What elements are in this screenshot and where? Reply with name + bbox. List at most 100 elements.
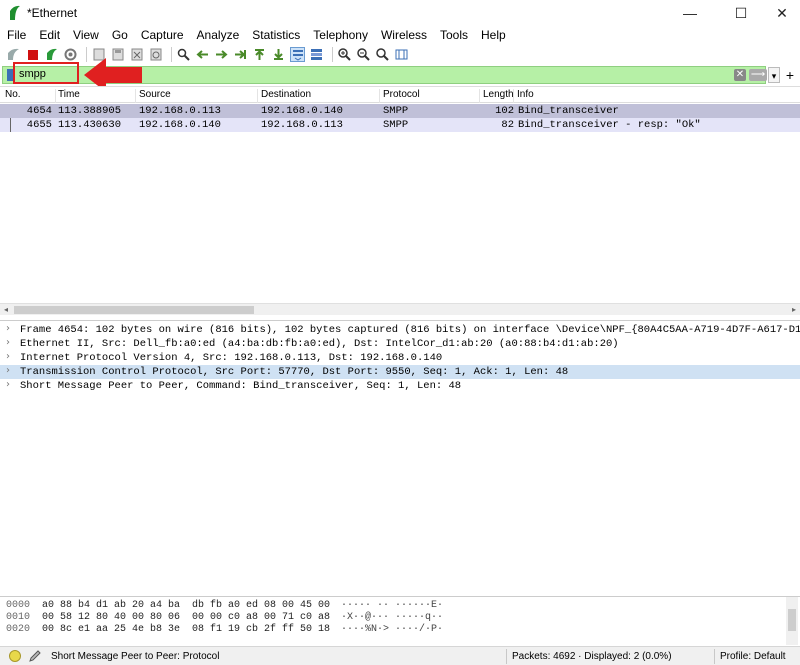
expand-arrow-icon[interactable]: ›	[6, 337, 10, 348]
column-header-source[interactable]: Source	[136, 89, 258, 103]
detail-tree-item[interactable]: › Transmission Control Protocol, Src Por…	[0, 365, 800, 379]
annotation-highlight-box	[13, 62, 79, 84]
packet-length: 82	[501, 119, 514, 131]
packet-info: Bind_transceiver	[518, 105, 619, 117]
colorize-icon[interactable]	[309, 47, 324, 62]
packet-no: 4654	[26, 105, 52, 117]
bytes-hex: 00 58 12 80 40 00 80 06 00 00 c0 a8 00 7…	[42, 612, 331, 623]
bytes-ascii: ·X··@··· ·····q··	[341, 612, 444, 623]
detail-text: Frame 4654: 102 bytes on wire (816 bits)…	[20, 324, 800, 336]
capture-comment-icon[interactable]	[28, 649, 42, 663]
expand-arrow-icon[interactable]: ›	[6, 365, 10, 376]
detail-tree-item[interactable]: › Internet Protocol Version 4, Src: 192.…	[0, 351, 800, 365]
detail-tree-item[interactable]: › Short Message Peer to Peer, Command: B…	[0, 379, 800, 393]
bytes-hex: a0 88 b4 d1 ab 20 a4 ba db fb a0 ed 08 0…	[42, 600, 331, 611]
toolbar-separator	[171, 47, 172, 62]
maximize-button[interactable]: ☐	[719, 0, 763, 26]
packet-protocol: SMPP	[383, 119, 409, 131]
menu-statistics[interactable]: Statistics	[245, 26, 306, 44]
apply-filter-icon[interactable]: ⟶	[749, 69, 767, 81]
packet-time: 113.430630	[58, 119, 122, 131]
bytes-ascii: ····· ·· ······E·	[341, 600, 444, 611]
scrollbar-thumb[interactable]	[14, 306, 254, 314]
menu-view[interactable]: View	[66, 26, 105, 44]
expand-arrow-icon[interactable]: ›	[6, 351, 10, 362]
profile-selector[interactable]: Profile: Default	[720, 651, 786, 662]
column-header-no[interactable]: No.	[2, 89, 56, 103]
zoom-in-icon[interactable]	[337, 47, 352, 62]
reload-file-icon[interactable]	[148, 47, 163, 62]
column-header-info[interactable]: Info	[514, 89, 800, 103]
detail-text: Ethernet II, Src: Dell_fb:a0:ed (a4:ba:d…	[20, 338, 619, 350]
menu-analyze[interactable]: Analyze	[190, 26, 246, 44]
expand-arrow-icon[interactable]: ›	[6, 323, 10, 334]
packet-row[interactable]: 4655 113.430630 192.168.0.140 192.168.0.…	[0, 118, 800, 132]
detail-tree-item[interactable]: › Frame 4654: 102 bytes on wire (816 bit…	[0, 323, 800, 337]
packet-list-header: No. Time Source Destination Protocol Len…	[0, 87, 800, 103]
bytes-hex: 00 8c e1 aa 25 4e b8 3e 08 f1 19 cb 2f f…	[42, 624, 331, 635]
zoom-normal-icon[interactable]	[375, 47, 390, 62]
packet-source: 192.168.0.140	[139, 119, 221, 131]
bytes-offset: 0020	[6, 624, 31, 635]
packet-count: Packets: 4692 · Displayed: 2 (0.0%)	[512, 651, 672, 662]
go-to-packet-icon[interactable]	[233, 47, 248, 62]
status-divider	[714, 649, 715, 664]
scrollbar-thumb[interactable]	[788, 609, 796, 631]
close-button[interactable]: ✕	[760, 0, 800, 26]
packet-list-hscrollbar[interactable]: ◂ ▸	[0, 303, 800, 315]
bytes-row[interactable]: 0000 a0 88 b4 d1 ab 20 a4 ba db fb a0 ed…	[0, 600, 786, 612]
packet-info: Bind_transceiver - resp: "Ok"	[518, 119, 701, 131]
column-header-time[interactable]: Time	[55, 89, 136, 103]
shark-fin-start-icon[interactable]	[6, 47, 21, 62]
stop-capture-icon[interactable]	[25, 47, 40, 62]
packet-no: 4655	[26, 119, 52, 131]
minimize-button[interactable]: —	[668, 0, 712, 26]
column-header-length[interactable]: Length	[480, 89, 514, 103]
menu-tools[interactable]: Tools	[433, 26, 474, 44]
toolbar-separator	[332, 47, 333, 62]
bytes-ascii: ····%N·> ····/·P·	[341, 624, 444, 635]
menu-capture[interactable]: Capture	[134, 26, 190, 44]
bytes-offset: 0000	[6, 600, 31, 611]
menu-file[interactable]: File	[0, 26, 32, 44]
menu-help[interactable]: Help	[474, 26, 512, 44]
go-back-icon[interactable]	[195, 47, 210, 62]
packet-source: 192.168.0.113	[139, 105, 221, 117]
autoscroll-icon[interactable]	[290, 47, 305, 62]
scroll-left-icon[interactable]: ◂	[0, 304, 12, 316]
menu-go[interactable]: Go	[105, 26, 134, 44]
expand-arrow-icon[interactable]: ›	[6, 379, 10, 390]
packet-time: 113.388905	[58, 105, 122, 117]
clear-filter-icon[interactable]: ✕	[734, 69, 746, 81]
restart-capture-icon[interactable]	[44, 47, 59, 62]
detail-tree-item[interactable]: › Ethernet II, Src: Dell_fb:a0:ed (a4:ba…	[0, 337, 800, 351]
column-header-protocol[interactable]: Protocol	[380, 89, 480, 103]
scroll-right-icon[interactable]: ▸	[788, 304, 800, 316]
packet-list-pane: No. Time Source Destination Protocol Len…	[0, 86, 800, 315]
packet-row[interactable]: 4654 113.388905 192.168.0.113 192.168.0.…	[0, 104, 800, 118]
column-header-destination[interactable]: Destination	[258, 89, 380, 103]
go-last-icon[interactable]	[271, 47, 286, 62]
add-filter-button-icon[interactable]: +	[783, 66, 797, 84]
filter-history-dropdown[interactable]: ▾	[768, 67, 780, 83]
menu-bar: File Edit View Go Capture Analyze Statis…	[0, 26, 800, 44]
bytes-row[interactable]: 0010 00 58 12 80 40 00 80 06 00 00 c0 a8…	[0, 612, 786, 624]
menu-telephony[interactable]: Telephony	[306, 26, 374, 44]
go-first-icon[interactable]	[252, 47, 267, 62]
find-packet-icon[interactable]	[176, 47, 191, 62]
status-message: Short Message Peer to Peer: Protocol	[51, 651, 220, 662]
status-bar: Short Message Peer to Peer: Protocol Pac…	[0, 646, 800, 665]
menu-edit[interactable]: Edit	[32, 26, 66, 44]
zoom-out-icon[interactable]	[356, 47, 371, 62]
packet-length: 102	[495, 105, 514, 117]
wireshark-fin-icon	[10, 5, 20, 20]
bytes-row[interactable]: 0020 00 8c e1 aa 25 4e b8 3e 08 f1 19 cb…	[0, 624, 786, 636]
capture-options-icon[interactable]	[63, 47, 78, 62]
go-forward-icon[interactable]	[214, 47, 229, 62]
resize-columns-icon[interactable]	[394, 47, 409, 62]
expert-info-icon[interactable]	[9, 650, 21, 662]
menu-wireless[interactable]: Wireless	[374, 26, 433, 44]
packet-bytes-pane: 0000 a0 88 b4 d1 ab 20 a4 ba db fb a0 ed…	[0, 596, 800, 645]
bytes-vscrollbar[interactable]	[786, 597, 798, 645]
packet-details-pane: › Frame 4654: 102 bytes on wire (816 bit…	[0, 320, 800, 590]
